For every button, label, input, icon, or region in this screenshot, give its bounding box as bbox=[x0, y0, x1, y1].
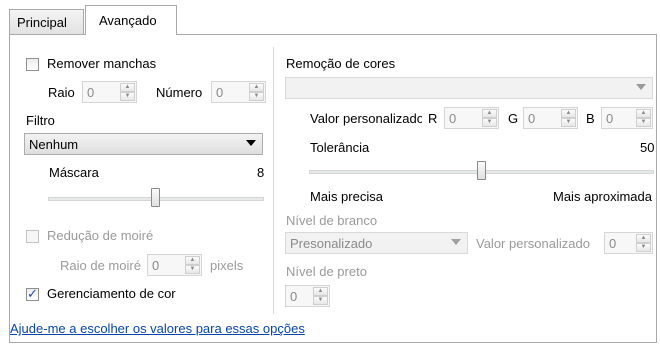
color-management-checkbox[interactable]: ✓ bbox=[26, 286, 39, 301]
radius-value: 0 bbox=[87, 85, 95, 100]
mask-value: 8 bbox=[257, 165, 265, 180]
moire-radius-label: Raio de moiré bbox=[60, 258, 141, 273]
tab-avancado-label: Avançado bbox=[99, 13, 157, 28]
chevron-down-icon bbox=[636, 84, 646, 90]
number-down-icon[interactable]: ▼ bbox=[249, 92, 264, 101]
black-level-label: Nível de preto bbox=[286, 264, 367, 279]
b-spinner[interactable]: 0 ▲ ▼ bbox=[601, 107, 653, 129]
moire-reduction-label: Redução de moiré bbox=[47, 228, 154, 243]
b-down-icon[interactable]: ▼ bbox=[636, 118, 651, 127]
number-label: Número bbox=[156, 85, 203, 100]
moire-radius-spinner[interactable]: 0 ▲ ▼ bbox=[147, 254, 202, 276]
filter-selected: Nenhum bbox=[29, 137, 79, 152]
number-value: 0 bbox=[216, 85, 224, 100]
color-removal-label: Remoção de cores bbox=[286, 56, 396, 71]
moire-radius-value: 0 bbox=[152, 258, 160, 273]
remove-spots-checkbox[interactable] bbox=[26, 58, 39, 71]
moire-radius-up-icon[interactable]: ▲ bbox=[185, 256, 200, 265]
tolerance-max-label: Mais aproximada bbox=[553, 189, 652, 204]
moire-reduction-checkbox[interactable] bbox=[26, 230, 39, 243]
radius-spinner[interactable]: 0 ▲ ▼ bbox=[82, 81, 137, 103]
checkmark-icon: ✓ bbox=[27, 286, 38, 301]
g-up-icon[interactable]: ▲ bbox=[561, 109, 576, 118]
white-custom-label: Valor personalizado bbox=[476, 236, 590, 251]
radius-down-icon[interactable]: ▼ bbox=[120, 92, 135, 101]
mask-label: Máscara bbox=[49, 165, 99, 180]
custom-value-label: Valor personalizado bbox=[310, 111, 422, 126]
r-up-icon[interactable]: ▲ bbox=[482, 109, 497, 118]
help-link[interactable]: Ajude-me a escolher os valores para essa… bbox=[10, 321, 305, 336]
tab-avancado[interactable]: Avançado bbox=[85, 5, 177, 35]
white-custom-value: 0 bbox=[609, 236, 617, 251]
tab-principal[interactable]: Principal bbox=[9, 9, 84, 34]
moire-radius-down-icon[interactable]: ▼ bbox=[185, 265, 200, 274]
radius-label: Raio bbox=[48, 85, 75, 100]
r-value: 0 bbox=[449, 111, 457, 126]
tolerance-min-label: Mais precisa bbox=[310, 189, 383, 204]
color-management-label: Gerenciamento de cor bbox=[47, 286, 176, 301]
b-label: B bbox=[586, 111, 595, 126]
black-level-spinner[interactable]: 0 ▲ ▼ bbox=[285, 285, 330, 307]
tolerance-value: 50 bbox=[640, 140, 655, 155]
white-level-selected: Presonalizado bbox=[290, 236, 373, 251]
tolerance-label: Tolerância bbox=[310, 140, 370, 155]
white-custom-spinner[interactable]: 0 ▲ ▼ bbox=[604, 232, 653, 254]
black-level-value: 0 bbox=[290, 289, 298, 304]
chevron-down-icon bbox=[246, 140, 256, 146]
moire-radius-unit: pixels bbox=[210, 258, 244, 273]
chevron-down-icon bbox=[451, 239, 461, 245]
tab-principal-label: Principal bbox=[17, 15, 67, 30]
g-value: 0 bbox=[528, 111, 536, 126]
number-up-icon[interactable]: ▲ bbox=[249, 83, 264, 92]
b-value: 0 bbox=[606, 111, 614, 126]
white-custom-up-icon[interactable]: ▲ bbox=[636, 234, 651, 243]
column-divider bbox=[273, 47, 274, 314]
r-spinner[interactable]: 0 ▲ ▼ bbox=[444, 107, 499, 129]
number-spinner[interactable]: 0 ▲ ▼ bbox=[211, 81, 266, 103]
r-down-icon[interactable]: ▼ bbox=[482, 118, 497, 127]
b-up-icon[interactable]: ▲ bbox=[636, 109, 651, 118]
remove-spots-label: Remover manchas bbox=[47, 56, 157, 71]
tolerance-slider-thumb[interactable] bbox=[476, 161, 486, 180]
radius-up-icon[interactable]: ▲ bbox=[120, 83, 135, 92]
white-level-select[interactable]: Presonalizado bbox=[285, 232, 468, 254]
black-up-icon[interactable]: ▲ bbox=[313, 287, 328, 296]
white-custom-down-icon[interactable]: ▼ bbox=[636, 243, 651, 252]
white-level-label: Nível de branco bbox=[286, 213, 378, 228]
black-down-icon[interactable]: ▼ bbox=[313, 296, 328, 305]
r-label: R bbox=[428, 111, 438, 126]
mask-slider-thumb[interactable] bbox=[151, 188, 160, 207]
color-removal-select[interactable] bbox=[285, 77, 653, 99]
g-label: G bbox=[508, 111, 519, 126]
g-down-icon[interactable]: ▼ bbox=[561, 118, 576, 127]
g-spinner[interactable]: 0 ▲ ▼ bbox=[523, 107, 578, 129]
filter-select[interactable]: Nenhum bbox=[24, 133, 263, 155]
filter-label: Filtro bbox=[26, 113, 55, 128]
